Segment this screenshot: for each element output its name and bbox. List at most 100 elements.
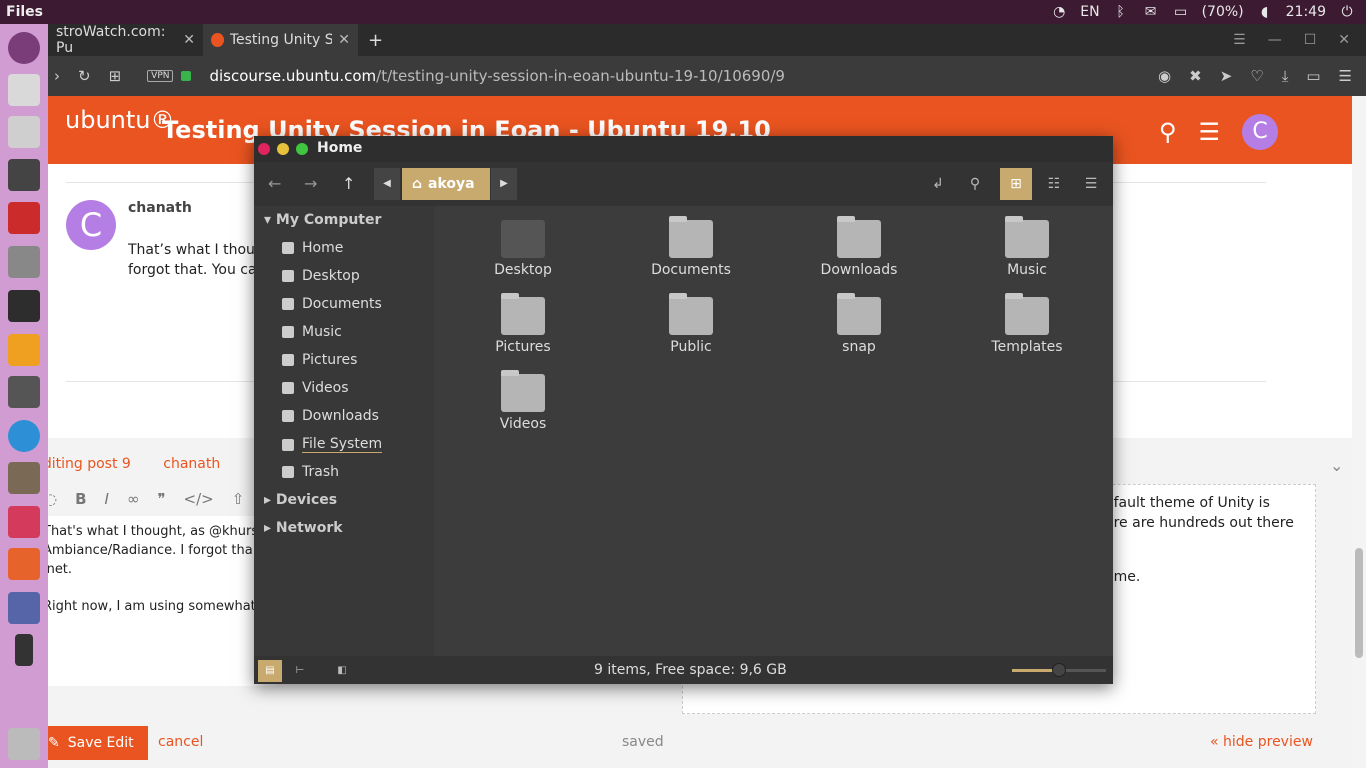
software-updater-icon[interactable] <box>8 548 40 580</box>
breadcrumb-home[interactable]: ⌂ akoya <box>402 168 490 200</box>
up-icon[interactable]: ↑ <box>342 174 355 193</box>
chevron-down-icon[interactable]: ⌄ <box>1330 456 1343 475</box>
mail-icon[interactable]: ✉ <box>1142 4 1160 20</box>
sidebar-item-videos[interactable]: Videos <box>282 380 349 396</box>
folder-templates[interactable]: Templates <box>967 293 1087 355</box>
files-titlebar[interactable]: Home <box>254 136 1113 162</box>
maximize-window-button[interactable] <box>296 143 308 155</box>
language-indicator[interactable]: EN <box>1080 4 1099 20</box>
battery-icon[interactable]: ▭ <box>1172 4 1190 20</box>
easy-setup-icon[interactable]: ☰ <box>1339 67 1352 85</box>
minimize-window-button[interactable] <box>277 143 289 155</box>
ubuntu-logo[interactable]: ubuntu® <box>65 106 175 134</box>
save-edit-button[interactable]: ✎ Save Edit <box>48 726 148 760</box>
avatar[interactable]: C <box>1242 114 1278 150</box>
cancel-link[interactable]: cancel <box>158 734 203 750</box>
wifi-icon[interactable]: ◔ <box>1050 4 1068 20</box>
search-icon[interactable]: ⚲ <box>959 168 991 200</box>
usb-drive-icon[interactable] <box>15 634 33 666</box>
tab-distrowatch[interactable]: stroWatch.com: Pu ✕ <box>48 24 203 56</box>
quote-icon[interactable]: ◌ <box>48 490 57 508</box>
bold-icon[interactable]: B <box>75 490 86 508</box>
hamburger-menu-icon[interactable]: ☰ <box>1198 118 1220 146</box>
folder-videos[interactable]: Videos <box>463 370 583 432</box>
trash-launcher-icon[interactable] <box>8 728 40 760</box>
power-icon[interactable]: ⏻ <box>1338 4 1356 20</box>
search-icon[interactable]: ⚲ <box>1159 118 1177 146</box>
sidebar-item-desktop[interactable]: Desktop <box>282 268 360 284</box>
sidebar-section-network[interactable]: ▸ Network <box>264 520 343 536</box>
equalizer-icon[interactable] <box>8 506 40 538</box>
bluetooth-icon[interactable]: ᛒ <box>1112 4 1130 20</box>
folder-pictures[interactable]: Pictures <box>463 293 583 355</box>
send-icon[interactable]: ➤ <box>1220 67 1233 85</box>
code-icon[interactable]: </> <box>184 490 214 508</box>
forward-icon[interactable]: › <box>54 67 60 85</box>
lock-icon[interactable] <box>181 71 192 81</box>
upload-icon[interactable]: ⇧ <box>232 490 245 508</box>
italic-icon[interactable]: I <box>105 490 109 508</box>
skype-icon[interactable] <box>8 420 40 452</box>
audio-app-icon[interactable] <box>8 334 40 366</box>
close-icon[interactable]: ✕ <box>338 32 350 48</box>
page-scrollbar[interactable] <box>1352 96 1366 768</box>
battery-saver-icon[interactable]: ▭ <box>1306 67 1320 85</box>
sidebar-item-downloads[interactable]: Downloads <box>282 408 379 424</box>
sidebar-item-documents[interactable]: Documents <box>282 296 382 312</box>
mixer-icon[interactable] <box>8 159 40 191</box>
breadcrumb-left-arrow[interactable]: ◀ <box>374 168 400 200</box>
breadcrumb-right-arrow[interactable]: ▶ <box>491 168 517 200</box>
link-icon[interactable]: ∞ <box>127 490 140 508</box>
close-window-icon[interactable]: ✕ <box>1338 32 1350 48</box>
icon-view-button[interactable]: ⊞ <box>1000 168 1032 200</box>
sidebar-item-trash[interactable]: Trash <box>282 464 339 480</box>
post-username[interactable]: chanath <box>128 200 192 216</box>
disks-icon[interactable] <box>8 116 40 148</box>
adblock-icon[interactable]: ✖ <box>1189 67 1202 85</box>
download-icon[interactable]: ⤓ <box>1282 67 1289 85</box>
zoom-slider-handle[interactable] <box>1052 663 1066 677</box>
heart-icon[interactable]: ♡ <box>1250 67 1263 85</box>
minimize-icon[interactable]: — <box>1268 32 1282 48</box>
folder-snap[interactable]: snap <box>799 293 919 355</box>
opera-browser-icon[interactable] <box>8 202 40 234</box>
hide-preview-link[interactable]: « hide preview <box>1210 734 1313 750</box>
scrollbar-thumb[interactable] <box>1355 548 1363 658</box>
clock[interactable]: 21:49 <box>1286 4 1326 20</box>
blockquote-icon[interactable]: ❞ <box>157 490 165 508</box>
sidebar-section-my-computer[interactable]: ▾ My Computer <box>264 212 381 228</box>
gimp-icon[interactable] <box>8 462 40 494</box>
close-window-button[interactable] <box>258 143 270 155</box>
vpn-badge[interactable]: VPN <box>147 70 174 82</box>
editing-user[interactable]: chanath <box>163 456 220 472</box>
new-tab-button[interactable]: + <box>358 30 393 51</box>
sidebar-item-pictures[interactable]: Pictures <box>282 352 357 368</box>
folder-desktop[interactable]: Desktop <box>463 220 583 278</box>
toggle-sidebar-button[interactable]: ◧ <box>330 660 354 682</box>
sidebar-item-home[interactable]: Home <box>282 240 343 256</box>
editor-textarea[interactable]: That's what I thought, as @khurs Ambianc… <box>48 516 276 686</box>
maximize-icon[interactable]: ☐ <box>1304 32 1317 48</box>
volume-icon[interactable]: ◖ <box>1256 4 1274 20</box>
back-icon[interactable]: ← <box>268 174 281 193</box>
sidebar-item-file-system[interactable]: File System <box>282 436 383 453</box>
workspace-switcher-icon[interactable] <box>8 592 40 624</box>
folder-music[interactable]: Music <box>967 216 1087 278</box>
folder-documents[interactable]: Documents <box>631 216 751 278</box>
places-sidebar-button[interactable]: ▤ <box>258 660 282 682</box>
tree-sidebar-button[interactable]: ⊢ <box>288 660 312 682</box>
sidebar-section-devices[interactable]: ▸ Devices <box>264 492 337 508</box>
zoom-slider[interactable] <box>1012 663 1106 677</box>
forward-icon[interactable]: → <box>304 174 317 193</box>
system-settings-icon[interactable] <box>8 74 40 106</box>
reload-icon[interactable]: ↻ <box>78 67 91 85</box>
terminal-icon[interactable] <box>8 290 40 322</box>
close-icon[interactable]: ✕ <box>183 32 195 48</box>
list-view-button[interactable]: ☷ <box>1038 168 1070 200</box>
speed-dial-icon[interactable]: ⊞ <box>109 67 122 85</box>
location-toggle-icon[interactable]: ↲ <box>922 168 954 200</box>
camera-icon[interactable]: ◉ <box>1158 67 1171 85</box>
folder-public[interactable]: Public <box>631 293 751 355</box>
url-field[interactable]: discourse.ubuntu.com/t/testing-unity-ses… <box>209 67 785 85</box>
calculator-icon[interactable] <box>8 376 40 408</box>
